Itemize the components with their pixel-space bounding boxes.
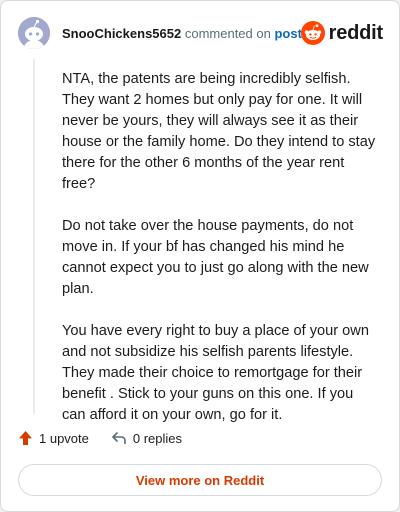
comment-embed-card: SnooChickens5652 commented on post reddi…: [0, 0, 400, 512]
thread-line: [33, 59, 35, 414]
view-more-on-reddit-button[interactable]: View more on Reddit: [18, 464, 382, 496]
username[interactable]: SnooChickens5652: [62, 26, 181, 41]
comment-header: SnooChickens5652 commented on post: [62, 26, 302, 42]
upvote-button[interactable]: 1 upvote: [18, 430, 89, 446]
post-link[interactable]: post: [274, 26, 301, 41]
comment-actions: 1 upvote 0 replies: [18, 430, 182, 446]
reddit-logo-icon: [300, 21, 325, 45]
comment-paragraph: Do not take over the house payments, do …: [62, 218, 369, 297]
upvote-count: 1 upvote: [39, 430, 89, 446]
reply-button[interactable]: 0 replies: [111, 431, 182, 446]
snoo-avatar-icon[interactable]: [18, 17, 50, 49]
reddit-brand[interactable]: reddit: [300, 21, 384, 45]
reply-arrow-icon: [112, 432, 126, 445]
reddit-wordmark: reddit: [328, 21, 384, 44]
upvote-arrow-icon: [19, 431, 32, 445]
reply-count: 0 replies: [132, 430, 183, 446]
commented-on-text: commented on: [184, 26, 271, 41]
comment-body: NTA, the patents are being incredibly se…: [62, 69, 380, 447]
comment-paragraph: You have every right to buy a place of y…: [62, 323, 369, 423]
comment-paragraph: NTA, the patents are being incredibly se…: [62, 71, 376, 192]
